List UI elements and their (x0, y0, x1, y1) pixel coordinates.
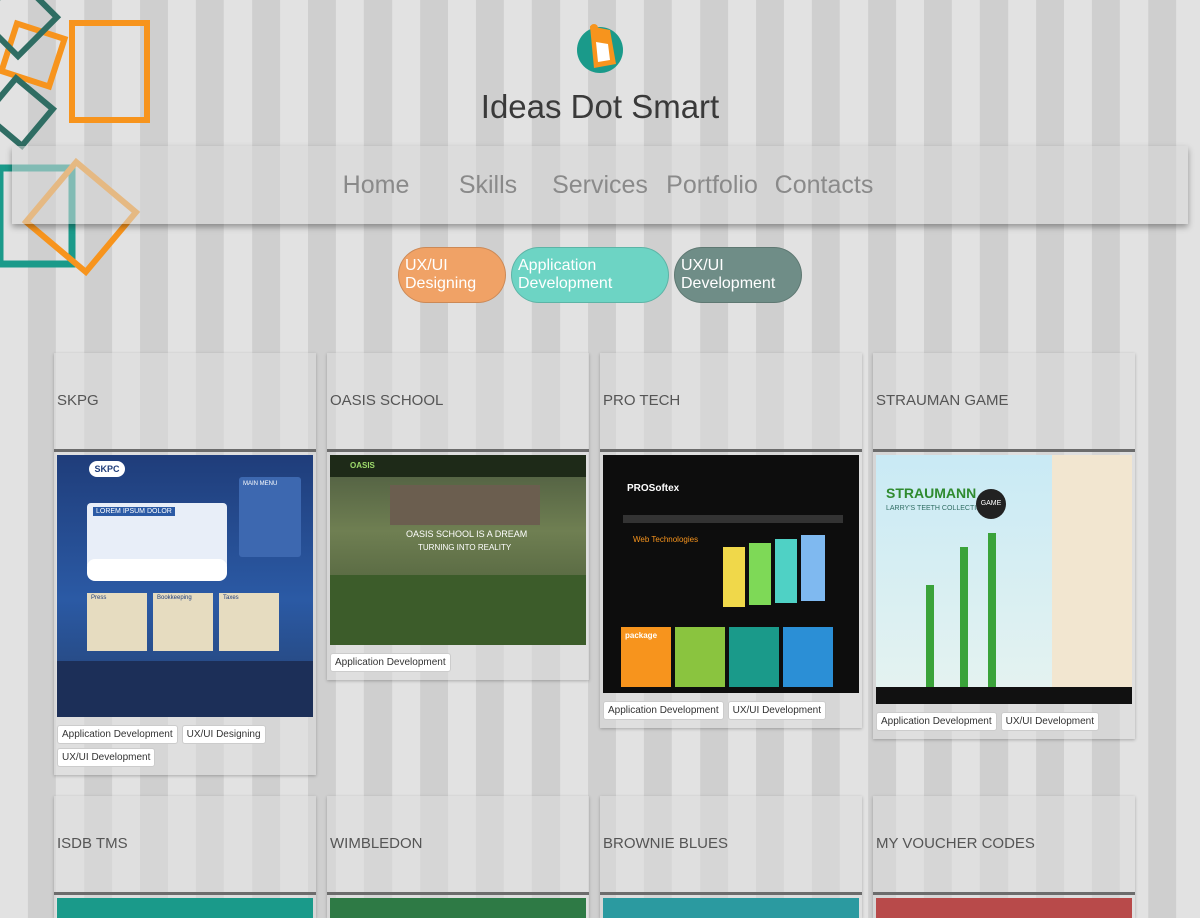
thumb-logo: PROSoftex (627, 483, 680, 494)
thumb-heading: LOREM IPSUM DOLOR (93, 507, 175, 516)
thumb-line2: TURNING INTO REALITY (418, 543, 512, 552)
card-thumbnail[interactable]: STRAUMANN LARRY'S TEETH COLLECTIONS GAME (876, 455, 1132, 704)
brand-name: Ideas Dot Smart (480, 88, 720, 125)
thumb-col1: Press (91, 595, 107, 601)
tag[interactable]: Application Development (603, 701, 724, 720)
nav-services[interactable]: Services (544, 171, 656, 200)
portfolio-card[interactable]: STRAUMAN GAME STRAUMANN LARRY'S TEETH CO… (873, 353, 1135, 739)
portfolio-card[interactable]: OASIS SCHOOL OASIS OASIS SCHOOL IS A DRE… (327, 353, 589, 680)
card-title: BROWNIE BLUES (600, 796, 862, 895)
tag[interactable]: Application Development (57, 725, 178, 744)
thumb-menu: MAIN MENU (243, 481, 278, 487)
card-thumbnail[interactable] (603, 898, 859, 918)
thumb-title: STRAUMANN (886, 485, 977, 501)
thumb-logo: SKPC (89, 461, 125, 477)
card-title: WIMBLEDON (327, 796, 589, 895)
tag[interactable]: UX/UI Development (1000, 712, 1099, 731)
card-thumbnail[interactable]: PROSoftex Web Technologies package (603, 455, 859, 693)
card-thumbnail[interactable] (876, 898, 1132, 918)
filter-ux-ui-designing[interactable]: UX/UI Designing (398, 247, 506, 303)
brand-logo-icon[interactable] (576, 20, 624, 80)
card-tags: Application Development UX/UI Designing … (54, 717, 316, 775)
thumb-line1: OASIS SCHOOL IS A DREAM (406, 529, 528, 539)
card-title: STRAUMAN GAME (873, 353, 1135, 452)
thumb-package: package (625, 631, 658, 640)
tag[interactable]: UX/UI Development (727, 701, 826, 720)
card-tags: Application Development UX/UI Developmen… (600, 693, 862, 728)
card-tags: Application Development (327, 645, 589, 680)
thumb-col3: Taxes (223, 595, 239, 601)
card-title: OASIS SCHOOL (327, 353, 589, 452)
tag[interactable]: Application Development (330, 653, 451, 672)
nav-portfolio[interactable]: Portfolio (656, 171, 768, 200)
nav-home[interactable]: Home (320, 171, 432, 200)
filter-ux-ui-development[interactable]: UX/UI Development (674, 247, 802, 303)
card-title: SKPG (54, 353, 316, 452)
card-thumbnail[interactable] (57, 898, 313, 918)
tag[interactable]: Application Development (876, 712, 997, 731)
card-thumbnail[interactable]: OASIS OASIS SCHOOL IS A DREAM TURNING IN… (330, 455, 586, 645)
thumb-heading: Web Technologies (633, 535, 699, 544)
portfolio-card[interactable]: PRO TECH PROSoftex Web Technologies pack… (600, 353, 862, 728)
thumb-logo: OASIS (350, 461, 375, 470)
tag[interactable]: UX/UI Designing (181, 725, 266, 744)
nav-contacts[interactable]: Contacts (768, 171, 880, 200)
nav-skills[interactable]: Skills (432, 171, 544, 200)
card-title: PRO TECH (600, 353, 862, 452)
card-title: MY VOUCHER CODES (873, 796, 1135, 895)
portfolio-card[interactable]: SKPG SKPC LOREM IPSUM DOLOR MAIN MENU Pr… (54, 353, 316, 775)
card-title: ISDB TMS (54, 796, 316, 895)
main-nav: Home Skills Services Portfolio Contacts (12, 146, 1188, 224)
card-thumbnail[interactable] (330, 898, 586, 918)
card-thumbnail[interactable]: SKPC LOREM IPSUM DOLOR MAIN MENU Press B… (57, 455, 313, 717)
thumb-badge: GAME (976, 489, 1006, 519)
tag[interactable]: UX/UI Development (57, 748, 156, 767)
card-tags: Application Development UX/UI Developmen… (873, 704, 1135, 739)
portfolio-filters: UX/UI Designing Application Development … (0, 247, 1200, 303)
thumb-col2: Bookkeeping (157, 595, 192, 601)
filter-application-development[interactable]: Application Development (511, 247, 669, 303)
